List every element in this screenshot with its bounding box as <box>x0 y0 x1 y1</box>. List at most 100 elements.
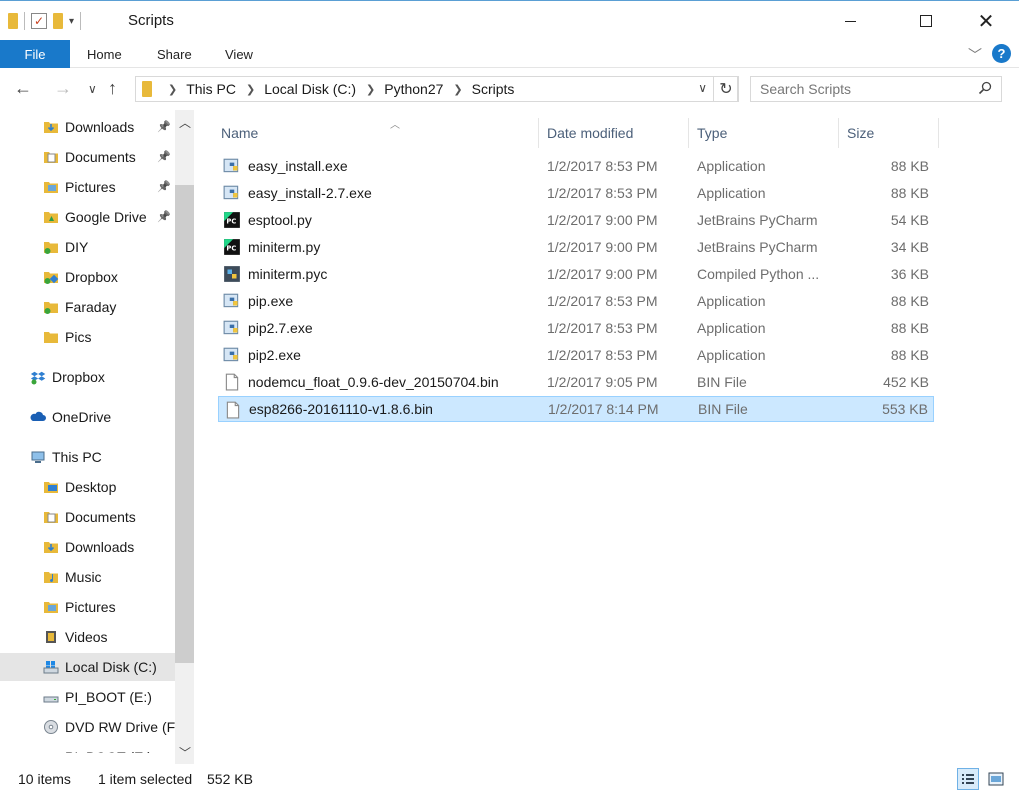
recent-locations-button[interactable]: ∨ <box>88 82 97 96</box>
pin-icon[interactable]: 📌 <box>157 180 171 193</box>
file-name: esp8266-20161110-v1.8.6.bin <box>249 401 433 417</box>
customize-toolbar-dropdown-icon[interactable]: ▾ <box>69 16 74 27</box>
scrollbar-thumb[interactable] <box>175 185 194 663</box>
file-row[interactable]: nodemcu_float_0.9.6-dev_20150704.bin 1/2/… <box>218 369 934 395</box>
file-name: easy_install-2.7.exe <box>248 185 372 201</box>
file-row[interactable]: esp8266-20161110-v1.8.6.bin 1/2/2017 8:14… <box>218 396 934 422</box>
sidebar-item-dvd-rw-drive-f[interactable]: DVD RW Drive (F <box>43 713 175 741</box>
drive-icon <box>43 749 59 764</box>
sidebar-item-downloads[interactable]: Downloads <box>43 533 134 561</box>
large-icons-view-button[interactable] <box>985 768 1007 790</box>
help-icon[interactable]: ? <box>992 44 1011 63</box>
tab-share[interactable]: Share <box>157 40 192 68</box>
breadcrumb-this-pc[interactable]: This PC <box>186 81 236 97</box>
breadcrumb-local-disk[interactable]: Local Disk (C:) <box>264 81 356 97</box>
sidebar-item-dropbox[interactable]: Dropbox <box>30 363 105 391</box>
address-bar[interactable]: ❯ This PC ❯ Local Disk (C:) ❯ Python27 ❯… <box>135 76 738 102</box>
column-header-size[interactable]: Size <box>839 118 939 148</box>
expand-ribbon-chevron-icon[interactable]: ﹀ <box>968 45 982 65</box>
sidebar-item-this-pc[interactable]: This PC <box>30 443 102 471</box>
dvd-drive-icon <box>43 719 59 735</box>
file-row[interactable]: miniterm.pyc 1/2/2017 9:00 PM Compiled Pyt… <box>218 261 934 287</box>
sidebar-item-desktop[interactable]: Desktop <box>43 473 116 501</box>
sidebar-item-videos[interactable]: Videos <box>43 623 108 651</box>
sidebar-item-documents[interactable]: Documents <box>43 143 136 171</box>
tab-view[interactable]: View <box>225 40 253 68</box>
downloads-icon <box>44 122 58 133</box>
folder-synced-icon <box>44 302 58 314</box>
sidebar-item-diy[interactable]: DIY <box>43 233 88 261</box>
sidebar-item-pics[interactable]: Pics <box>43 323 91 351</box>
address-history-dropdown-icon[interactable]: ∨ <box>698 81 707 95</box>
compiled-python-icon <box>224 266 240 282</box>
selection-size: 552 KB <box>207 771 253 787</box>
tab-home[interactable]: Home <box>87 40 122 68</box>
sidebar-item-google-drive[interactable]: Google Drive <box>43 203 147 231</box>
file-row[interactable]: pip.exe 1/2/2017 8:53 PM Application 88 KB <box>218 288 934 314</box>
sidebar-item-documents[interactable]: Documents <box>43 503 136 531</box>
details-view-button[interactable] <box>957 768 979 790</box>
column-header-name-label: Name <box>221 125 259 141</box>
sidebar-item-faraday[interactable]: Faraday <box>43 293 116 321</box>
chevron-right-icon[interactable]: ❯ <box>366 83 375 96</box>
large-icons-view-icon <box>988 772 1004 786</box>
navigation-bar: ← → ∨ ↑ ❯ This PC ❯ Local Disk (C:) ❯ Py… <box>0 68 1019 110</box>
maximize-button[interactable] <box>898 1 954 41</box>
column-header-date-modified[interactable]: Date modified <box>539 118 689 148</box>
scroll-down-icon[interactable]: ﹀ <box>179 744 191 761</box>
folder-icon <box>44 332 58 343</box>
refresh-button[interactable]: ↻ <box>713 76 739 102</box>
pin-icon[interactable]: 📌 <box>157 120 171 133</box>
file-row[interactable]: easy_install-2.7.exe 1/2/2017 8:53 PM Appl… <box>218 180 934 206</box>
forward-button[interactable]: → <box>54 78 72 99</box>
sidebar-item-label: OneDrive <box>52 409 112 425</box>
file-date-modified: 1/2/2017 9:00 PM <box>547 212 658 228</box>
sidebar-item-local-disk-c[interactable]: Local Disk (C:) <box>0 653 175 681</box>
details-view-icon <box>962 774 974 784</box>
properties-icon[interactable]: ✓ <box>31 13 47 29</box>
search-icon[interactable] <box>978 81 992 95</box>
up-button[interactable]: ↑ <box>108 78 117 99</box>
tab-file[interactable]: File <box>0 40 70 68</box>
sidebar-item-onedrive[interactable]: OneDrive <box>30 403 111 431</box>
videos-icon <box>43 629 59 645</box>
minimize-button[interactable] <box>822 1 878 41</box>
back-button[interactable]: ← <box>14 78 32 99</box>
file-date-modified: 1/2/2017 8:53 PM <box>547 293 658 309</box>
sidebar-item-pi-boot-e[interactable]: PI_BOOT (E:) <box>43 683 152 711</box>
pycharm-icon: PC <box>223 238 241 256</box>
scroll-up-icon[interactable]: ︿ <box>179 114 191 131</box>
breadcrumb-scripts[interactable]: Scripts <box>472 81 515 97</box>
close-button[interactable]: ✕ <box>958 1 1014 41</box>
sidebar-item-music[interactable]: Music <box>43 563 102 591</box>
search-input[interactable]: Search Scripts <box>750 76 1002 102</box>
pin-icon[interactable]: 📌 <box>157 210 171 223</box>
file-row[interactable]: pip2.exe 1/2/2017 8:53 PM Application 88 KB <box>218 342 934 368</box>
breadcrumb-python27[interactable]: Python27 <box>384 81 443 97</box>
sidebar-item-downloads[interactable]: Downloads <box>43 113 134 141</box>
column-header-name[interactable]: Name ︿ <box>213 118 539 148</box>
column-header-type[interactable]: Type <box>689 118 839 148</box>
folder-synced-icon <box>43 299 59 315</box>
new-folder-icon[interactable] <box>53 13 63 29</box>
window-title: Scripts <box>128 12 174 29</box>
navigation-pane-scrollbar[interactable]: ︿ ﹀ <box>175 110 194 764</box>
chevron-right-icon[interactable]: ❯ <box>168 83 177 96</box>
chevron-right-icon[interactable]: ❯ <box>246 83 255 96</box>
file-row[interactable]: pip2.7.exe 1/2/2017 8:53 PM Application 88 … <box>218 315 934 341</box>
file-row[interactable]: easy_install.exe 1/2/2017 8:53 PM Applicat… <box>218 153 934 179</box>
pin-icon[interactable]: 📌 <box>157 150 171 163</box>
sidebar-item-pictures[interactable]: Pictures <box>43 593 116 621</box>
forward-arrow-icon: → <box>54 78 72 98</box>
file-type: Application <box>697 293 766 309</box>
file-row[interactable]: PC esptool.py 1/2/2017 9:00 PM JetBrains Py… <box>218 207 934 233</box>
sidebar-item-pictures[interactable]: Pictures <box>43 173 116 201</box>
chevron-right-icon[interactable]: ❯ <box>453 83 462 96</box>
pictures-icon <box>43 179 59 195</box>
file-list: Name ︿ Date modified Type Size easy_inst… <box>195 110 1019 764</box>
sidebar-item-pi-boot-e[interactable]: PI_BOOT (E:) <box>43 743 152 764</box>
sidebar-item-dropbox[interactable]: Dropbox <box>43 263 118 291</box>
folder-dropbox-icon <box>44 272 59 284</box>
file-row[interactable]: PC miniterm.py 1/2/2017 9:00 PM JetBrains P… <box>218 234 934 260</box>
file-size: 54 KB <box>890 212 929 228</box>
